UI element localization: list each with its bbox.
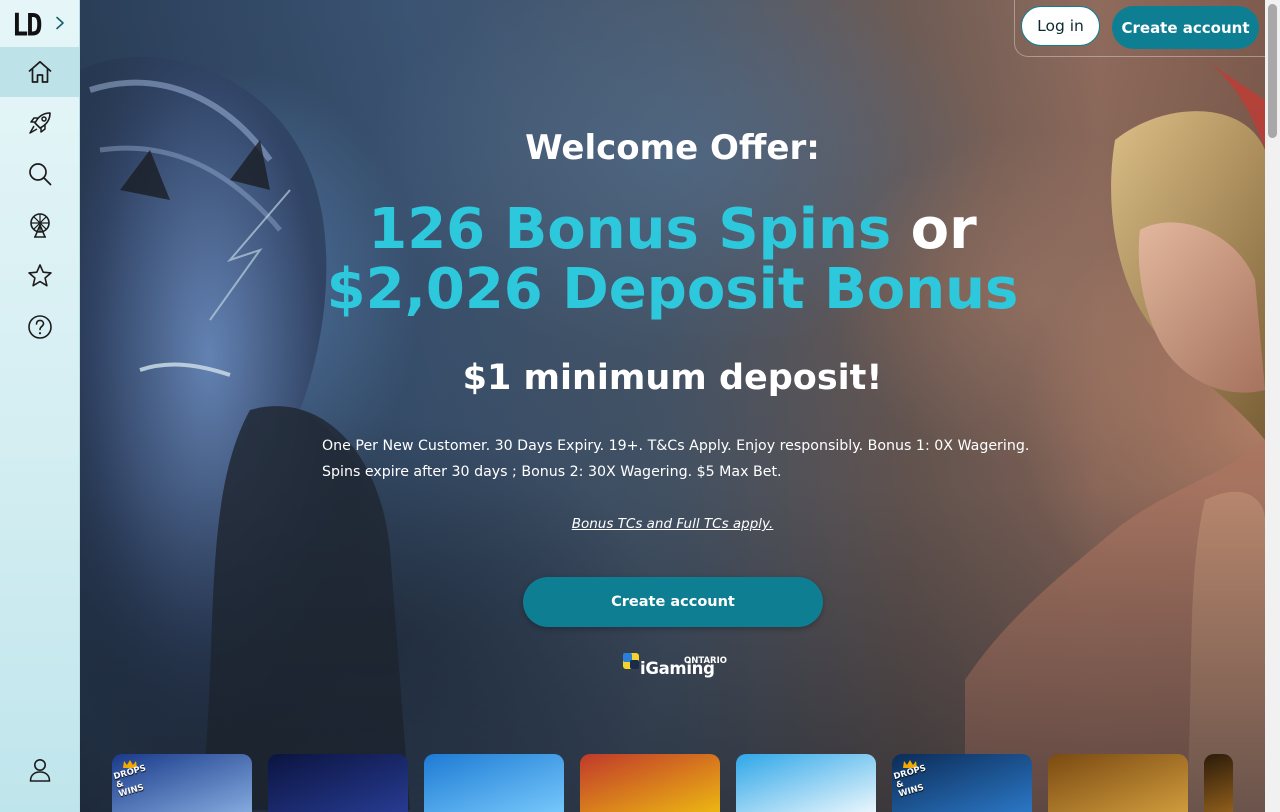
scrollbar-thumb[interactable] — [1268, 4, 1277, 138]
offer-terms: One Per New Customer. 30 Days Expiry. 19… — [322, 438, 1030, 480]
offer-spins-line: 126 Bonus Spins or — [80, 198, 1265, 262]
game-tile[interactable] — [1048, 754, 1188, 812]
game-tile[interactable] — [1204, 754, 1233, 812]
home-icon — [28, 60, 51, 83]
igaming-mark-icon — [623, 653, 639, 669]
user-icon — [29, 759, 50, 782]
game-tile[interactable] — [580, 754, 720, 812]
hero-banner: Welcome Offer: 126 Bonus Spins or $2,026… — [80, 0, 1265, 812]
ferris-wheel-icon — [29, 213, 50, 238]
sidebar: LD — [0, 0, 80, 812]
game-tile[interactable] — [736, 754, 876, 812]
hero-create-account-button[interactable]: Create account — [523, 577, 823, 627]
offer-or: or — [910, 197, 977, 262]
search-icon — [28, 163, 51, 186]
brand-logo[interactable]: LD — [12, 5, 42, 44]
sidebar-item-home[interactable] — [0, 47, 79, 97]
game-tile[interactable] — [268, 754, 408, 812]
sidebar-item-search[interactable] — [0, 149, 79, 199]
page-scrollbar[interactable] — [1265, 0, 1280, 812]
igaming-region: ONTARIO — [684, 656, 727, 666]
offer-spins: 126 Bonus Spins — [368, 197, 892, 262]
sidebar-item-help[interactable] — [0, 302, 79, 352]
game-tile[interactable] — [424, 754, 564, 812]
terms-link[interactable]: Bonus TCs and Full TCs apply. — [80, 516, 1265, 532]
sidebar-item-favourites[interactable] — [0, 251, 79, 301]
create-account-button[interactable]: Create account — [1112, 6, 1259, 49]
star-icon — [27, 264, 52, 287]
igaming-ontario-logo: iGaming ONTARIO — [620, 652, 730, 682]
minimum-deposit-text: $1 minimum deposit! — [462, 358, 883, 398]
sidebar-item-new-games[interactable] — [0, 98, 79, 148]
game-tile[interactable]: DROPS & WINS — [112, 754, 252, 812]
game-tile[interactable]: DROPS & WINS — [892, 754, 1032, 812]
welcome-heading: Welcome Offer: — [525, 128, 820, 168]
sidebar-item-account[interactable] — [0, 745, 79, 795]
help-icon — [27, 315, 52, 339]
offer-deposit: $2,026 Deposit Bonus — [326, 257, 1019, 322]
drops-wins-badge: DROPS & WINS — [112, 763, 148, 800]
rocket-icon — [28, 112, 51, 134]
drops-wins-badge: DROPS & WINS — [892, 763, 928, 800]
sidebar-item-live-casino[interactable] — [0, 200, 79, 250]
chevron-right-icon[interactable] — [52, 12, 68, 34]
login-button[interactable]: Log in — [1021, 6, 1100, 46]
